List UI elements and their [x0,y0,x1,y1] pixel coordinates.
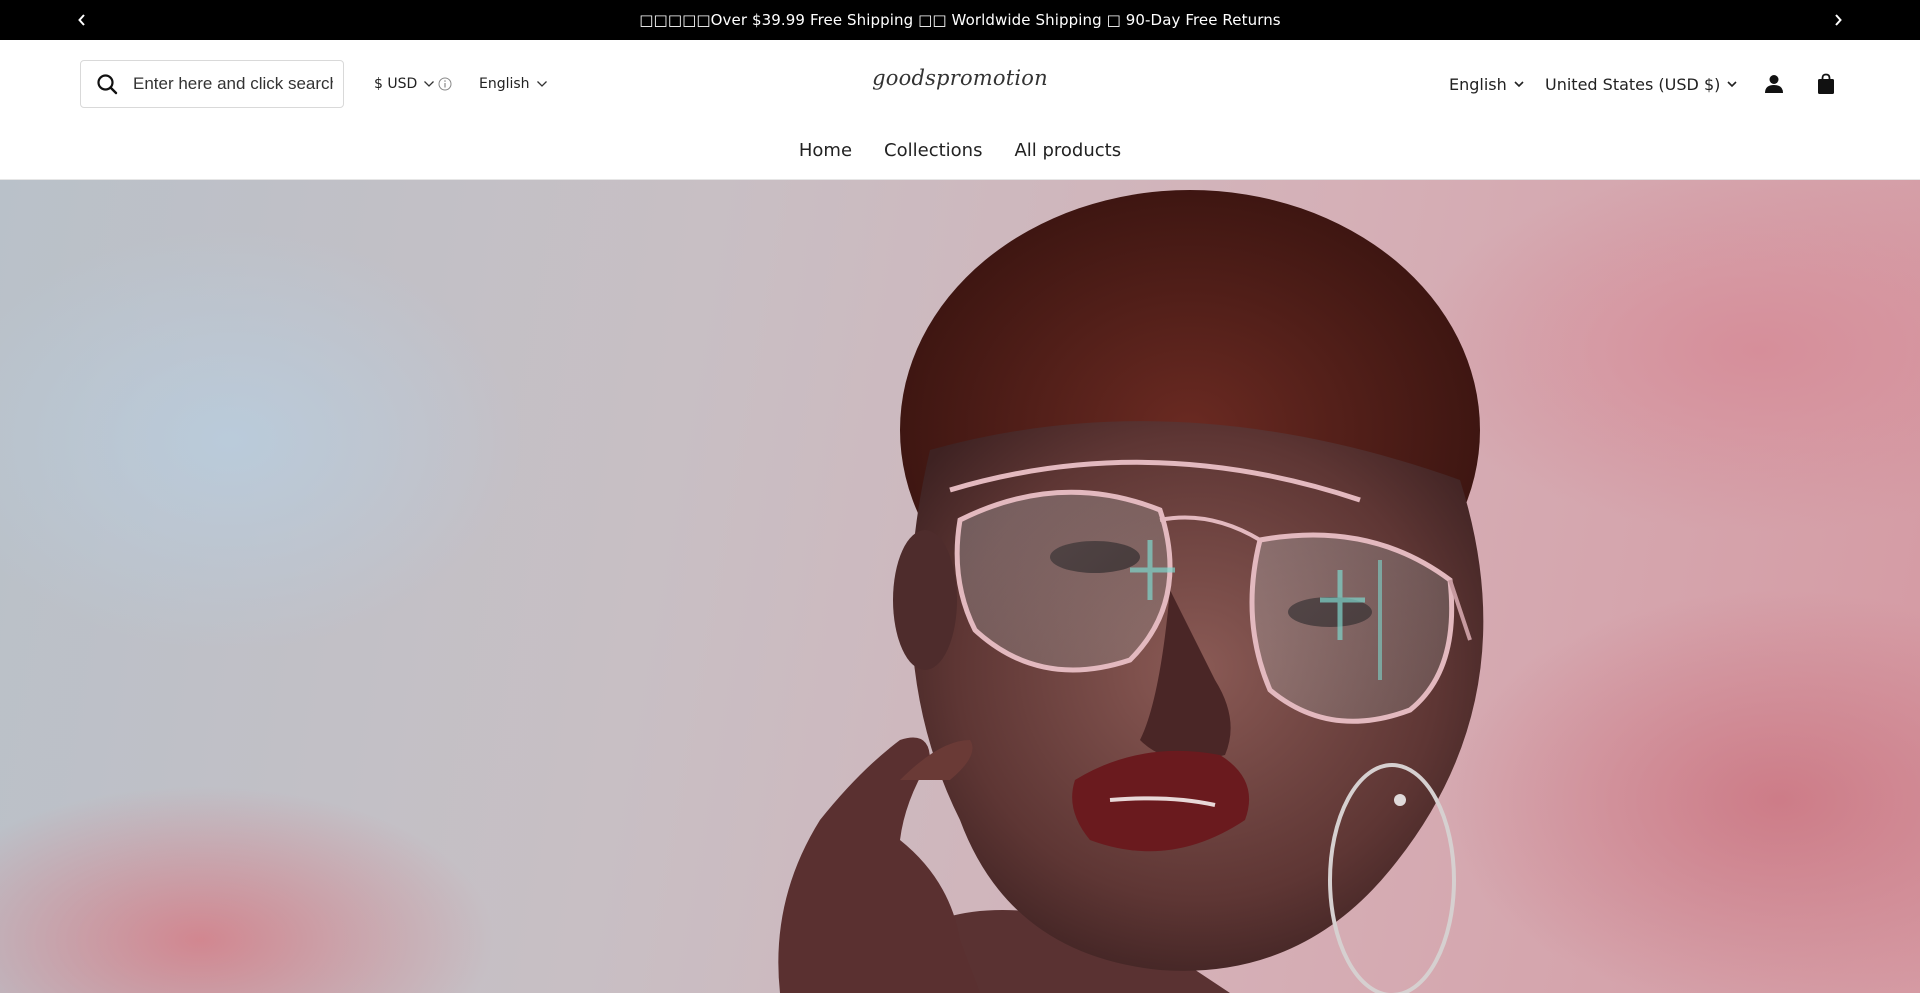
hero-image [778,190,1484,993]
account-icon [1765,75,1783,93]
language-selector[interactable]: English [479,74,548,94]
site-header: $ USD English goodspromotion English Uni… [0,40,1920,180]
country-label: United States (USD $) [1545,74,1721,94]
chevron-down-icon [1727,81,1737,88]
chevron-right-icon [1835,14,1842,26]
search-input[interactable] [133,62,333,106]
search-box[interactable] [80,60,344,108]
info-icon[interactable] [437,76,453,92]
chevron-down-icon [1514,81,1524,88]
nav-collections[interactable]: Collections [884,140,982,166]
chevron-left-icon [78,14,85,26]
site-logo[interactable]: goodspromotion [860,66,1060,100]
chevron-down-icon [536,81,547,87]
main-nav: Home Collections All products [0,140,1920,166]
nav-all-products[interactable]: All products [1014,140,1121,166]
announcement-prev-button[interactable] [62,0,102,40]
currency-label: $ USD [374,76,418,92]
chevron-down-icon [424,81,435,87]
cart-icon [1818,73,1834,94]
currency-selector[interactable]: $ USD [374,74,435,94]
search-icon[interactable] [81,61,133,107]
announcement-text: □□□□□Over $39.99 Free Shipping □□ Worldw… [639,11,1281,29]
announcement-bar: □□□□□Over $39.99 Free Shipping □□ Worldw… [0,0,1920,40]
hero-banner[interactable] [0,180,1920,993]
nav-home[interactable]: Home [799,140,852,166]
language-right-label: English [1449,74,1507,94]
account-button[interactable] [1760,70,1788,98]
country-selector[interactable]: United States (USD $) [1545,74,1738,94]
announcement-next-button[interactable] [1818,0,1858,40]
language-selector-right[interactable]: English [1449,74,1525,94]
language-label: English [479,76,530,92]
cart-button[interactable] [1812,70,1840,98]
